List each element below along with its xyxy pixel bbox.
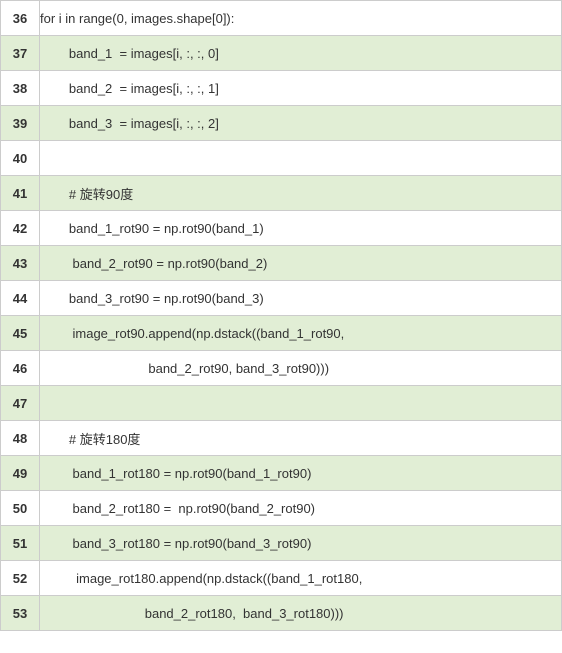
code-row: 46 band_2_rot90, band_3_rot90)))	[1, 351, 562, 386]
code-line: band_1 = images[i, :, :, 0]	[40, 36, 562, 71]
line-number: 40	[1, 141, 40, 176]
code-row: 49 band_1_rot180 = np.rot90(band_1_rot90…	[1, 456, 562, 491]
code-listing-body: 36for i in range(0, images.shape[0]):37 …	[1, 1, 562, 631]
code-row: 47	[1, 386, 562, 421]
code-line: band_3_rot180 = np.rot90(band_3_rot90)	[40, 526, 562, 561]
line-number: 42	[1, 211, 40, 246]
code-row: 36for i in range(0, images.shape[0]):	[1, 1, 562, 36]
code-line: # 旋转180度	[40, 421, 562, 456]
code-line	[40, 141, 562, 176]
line-number: 46	[1, 351, 40, 386]
line-number: 41	[1, 176, 40, 211]
code-line: band_2 = images[i, :, :, 1]	[40, 71, 562, 106]
code-line: band_2_rot90, band_3_rot90)))	[40, 351, 562, 386]
code-listing-table: 36for i in range(0, images.shape[0]):37 …	[0, 0, 562, 631]
code-row: 38 band_2 = images[i, :, :, 1]	[1, 71, 562, 106]
line-number: 51	[1, 526, 40, 561]
code-row: 48 # 旋转180度	[1, 421, 562, 456]
code-row: 44 band_3_rot90 = np.rot90(band_3)	[1, 281, 562, 316]
code-row: 45 image_rot90.append(np.dstack((band_1_…	[1, 316, 562, 351]
code-row: 41 # 旋转90度	[1, 176, 562, 211]
line-number: 43	[1, 246, 40, 281]
line-number: 53	[1, 596, 40, 631]
code-line: image_rot90.append(np.dstack((band_1_rot…	[40, 316, 562, 351]
code-row: 43 band_2_rot90 = np.rot90(band_2)	[1, 246, 562, 281]
code-row: 50 band_2_rot180 = np.rot90(band_2_rot90…	[1, 491, 562, 526]
line-number: 36	[1, 1, 40, 36]
line-number: 52	[1, 561, 40, 596]
line-number: 49	[1, 456, 40, 491]
code-line	[40, 386, 562, 421]
line-number: 39	[1, 106, 40, 141]
line-number: 47	[1, 386, 40, 421]
line-number: 45	[1, 316, 40, 351]
line-number: 37	[1, 36, 40, 71]
code-line: band_2_rot90 = np.rot90(band_2)	[40, 246, 562, 281]
code-line: image_rot180.append(np.dstack((band_1_ro…	[40, 561, 562, 596]
code-line: band_1_rot90 = np.rot90(band_1)	[40, 211, 562, 246]
code-row: 42 band_1_rot90 = np.rot90(band_1)	[1, 211, 562, 246]
code-row: 40	[1, 141, 562, 176]
code-line: band_2_rot180 = np.rot90(band_2_rot90)	[40, 491, 562, 526]
code-row: 37 band_1 = images[i, :, :, 0]	[1, 36, 562, 71]
line-number: 48	[1, 421, 40, 456]
line-number: 38	[1, 71, 40, 106]
code-line: band_3 = images[i, :, :, 2]	[40, 106, 562, 141]
code-line: band_2_rot180, band_3_rot180)))	[40, 596, 562, 631]
code-line: for i in range(0, images.shape[0]):	[40, 1, 562, 36]
code-line: band_1_rot180 = np.rot90(band_1_rot90)	[40, 456, 562, 491]
code-row: 53 band_2_rot180, band_3_rot180)))	[1, 596, 562, 631]
code-row: 52 image_rot180.append(np.dstack((band_1…	[1, 561, 562, 596]
code-line: # 旋转90度	[40, 176, 562, 211]
line-number: 50	[1, 491, 40, 526]
code-row: 51 band_3_rot180 = np.rot90(band_3_rot90…	[1, 526, 562, 561]
line-number: 44	[1, 281, 40, 316]
code-row: 39 band_3 = images[i, :, :, 2]	[1, 106, 562, 141]
code-line: band_3_rot90 = np.rot90(band_3)	[40, 281, 562, 316]
